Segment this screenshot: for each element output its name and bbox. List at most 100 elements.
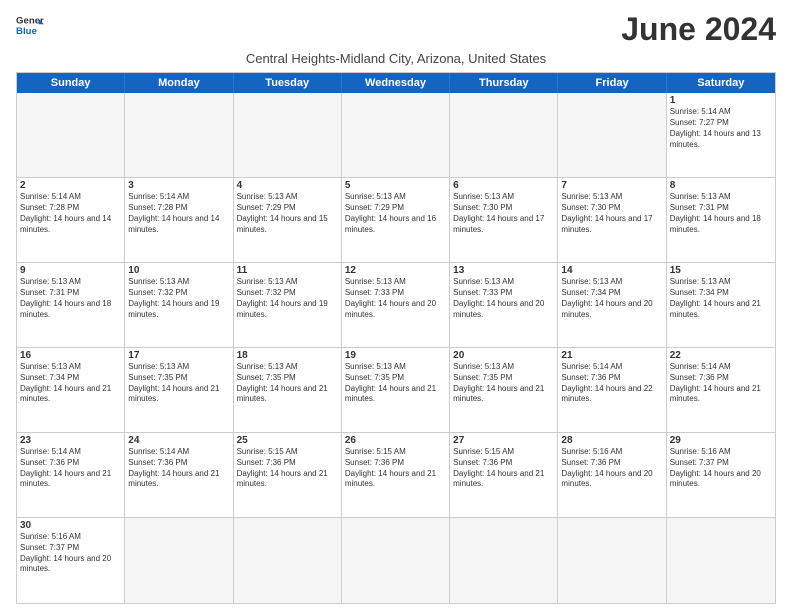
- calendar-cell: 22Sunrise: 5:14 AMSunset: 7:36 PMDayligh…: [667, 348, 775, 433]
- header-day-thursday: Thursday: [450, 73, 558, 93]
- day-number: 27: [453, 435, 554, 446]
- calendar-cell: 29Sunrise: 5:16 AMSunset: 7:37 PMDayligh…: [667, 433, 775, 518]
- day-number: 14: [561, 265, 662, 276]
- day-number: 20: [453, 350, 554, 361]
- calendar-cell: [125, 93, 233, 178]
- calendar-cell: 10Sunrise: 5:13 AMSunset: 7:32 PMDayligh…: [125, 263, 233, 348]
- day-number: 7: [561, 180, 662, 191]
- header-day-saturday: Saturday: [667, 73, 775, 93]
- calendar-cell: [342, 93, 450, 178]
- cell-info: Sunrise: 5:13 AMSunset: 7:35 PMDaylight:…: [345, 362, 446, 405]
- cell-info: Sunrise: 5:13 AMSunset: 7:30 PMDaylight:…: [561, 192, 662, 235]
- day-number: 11: [237, 265, 338, 276]
- calendar-cell: [558, 518, 666, 603]
- cell-info: Sunrise: 5:16 AMSunset: 7:36 PMDaylight:…: [561, 447, 662, 490]
- cell-info: Sunrise: 5:13 AMSunset: 7:35 PMDaylight:…: [128, 362, 229, 405]
- calendar-cell: 15Sunrise: 5:13 AMSunset: 7:34 PMDayligh…: [667, 263, 775, 348]
- calendar-cell: 20Sunrise: 5:13 AMSunset: 7:35 PMDayligh…: [450, 348, 558, 433]
- calendar-cell: [450, 93, 558, 178]
- calendar-cell: 24Sunrise: 5:14 AMSunset: 7:36 PMDayligh…: [125, 433, 233, 518]
- calendar-cell: [234, 93, 342, 178]
- calendar-cell: 14Sunrise: 5:13 AMSunset: 7:34 PMDayligh…: [558, 263, 666, 348]
- calendar: SundayMondayTuesdayWednesdayThursdayFrid…: [16, 72, 776, 604]
- calendar-cell: 18Sunrise: 5:13 AMSunset: 7:35 PMDayligh…: [234, 348, 342, 433]
- cell-info: Sunrise: 5:14 AMSunset: 7:36 PMDaylight:…: [20, 447, 121, 490]
- cell-info: Sunrise: 5:16 AMSunset: 7:37 PMDaylight:…: [670, 447, 772, 490]
- day-number: 25: [237, 435, 338, 446]
- day-number: 8: [670, 180, 772, 191]
- subtitle: Central Heights-Midland City, Arizona, U…: [16, 51, 776, 66]
- calendar-cell: [667, 518, 775, 603]
- cell-info: Sunrise: 5:13 AMSunset: 7:29 PMDaylight:…: [345, 192, 446, 235]
- cell-info: Sunrise: 5:14 AMSunset: 7:27 PMDaylight:…: [670, 107, 772, 150]
- calendar-cell: [17, 93, 125, 178]
- cell-info: Sunrise: 5:14 AMSunset: 7:36 PMDaylight:…: [561, 362, 662, 405]
- cell-info: Sunrise: 5:15 AMSunset: 7:36 PMDaylight:…: [345, 447, 446, 490]
- day-number: 30: [20, 520, 121, 531]
- day-number: 5: [345, 180, 446, 191]
- calendar-body: 1Sunrise: 5:14 AMSunset: 7:27 PMDaylight…: [17, 93, 775, 603]
- day-number: 15: [670, 265, 772, 276]
- calendar-cell: [342, 518, 450, 603]
- day-number: 17: [128, 350, 229, 361]
- calendar-cell: 21Sunrise: 5:14 AMSunset: 7:36 PMDayligh…: [558, 348, 666, 433]
- calendar-cell: 25Sunrise: 5:15 AMSunset: 7:36 PMDayligh…: [234, 433, 342, 518]
- calendar-cell: 16Sunrise: 5:13 AMSunset: 7:34 PMDayligh…: [17, 348, 125, 433]
- calendar-cell: 19Sunrise: 5:13 AMSunset: 7:35 PMDayligh…: [342, 348, 450, 433]
- logo: General Blue: [16, 12, 44, 40]
- calendar-cell: 30Sunrise: 5:16 AMSunset: 7:37 PMDayligh…: [17, 518, 125, 603]
- day-number: 23: [20, 435, 121, 446]
- cell-info: Sunrise: 5:13 AMSunset: 7:34 PMDaylight:…: [20, 362, 121, 405]
- calendar-cell: 6Sunrise: 5:13 AMSunset: 7:30 PMDaylight…: [450, 178, 558, 263]
- title-area: June 2024: [621, 12, 776, 47]
- day-number: 24: [128, 435, 229, 446]
- calendar-cell: 23Sunrise: 5:14 AMSunset: 7:36 PMDayligh…: [17, 433, 125, 518]
- calendar-cell: 28Sunrise: 5:16 AMSunset: 7:36 PMDayligh…: [558, 433, 666, 518]
- calendar-cell: [234, 518, 342, 603]
- month-title: June 2024: [621, 12, 776, 47]
- page: General Blue June 2024 Central Heights-M…: [0, 0, 792, 612]
- day-number: 6: [453, 180, 554, 191]
- calendar-cell: 4Sunrise: 5:13 AMSunset: 7:29 PMDaylight…: [234, 178, 342, 263]
- header-day-monday: Monday: [125, 73, 233, 93]
- calendar-cell: 17Sunrise: 5:13 AMSunset: 7:35 PMDayligh…: [125, 348, 233, 433]
- cell-info: Sunrise: 5:13 AMSunset: 7:34 PMDaylight:…: [561, 277, 662, 320]
- calendar-cell: 1Sunrise: 5:14 AMSunset: 7:27 PMDaylight…: [667, 93, 775, 178]
- cell-info: Sunrise: 5:15 AMSunset: 7:36 PMDaylight:…: [453, 447, 554, 490]
- calendar-cell: 5Sunrise: 5:13 AMSunset: 7:29 PMDaylight…: [342, 178, 450, 263]
- day-number: 19: [345, 350, 446, 361]
- header: General Blue June 2024: [16, 12, 776, 47]
- header-day-sunday: Sunday: [17, 73, 125, 93]
- calendar-cell: 26Sunrise: 5:15 AMSunset: 7:36 PMDayligh…: [342, 433, 450, 518]
- calendar-cell: [450, 518, 558, 603]
- day-number: 26: [345, 435, 446, 446]
- day-number: 1: [670, 95, 772, 106]
- calendar-cell: 13Sunrise: 5:13 AMSunset: 7:33 PMDayligh…: [450, 263, 558, 348]
- day-number: 10: [128, 265, 229, 276]
- day-number: 9: [20, 265, 121, 276]
- calendar-cell: 27Sunrise: 5:15 AMSunset: 7:36 PMDayligh…: [450, 433, 558, 518]
- calendar-cell: 9Sunrise: 5:13 AMSunset: 7:31 PMDaylight…: [17, 263, 125, 348]
- calendar-cell: 2Sunrise: 5:14 AMSunset: 7:28 PMDaylight…: [17, 178, 125, 263]
- cell-info: Sunrise: 5:14 AMSunset: 7:28 PMDaylight:…: [128, 192, 229, 235]
- header-day-wednesday: Wednesday: [342, 73, 450, 93]
- svg-text:Blue: Blue: [16, 26, 37, 37]
- calendar-cell: [558, 93, 666, 178]
- day-number: 3: [128, 180, 229, 191]
- cell-info: Sunrise: 5:13 AMSunset: 7:30 PMDaylight:…: [453, 192, 554, 235]
- cell-info: Sunrise: 5:14 AMSunset: 7:36 PMDaylight:…: [128, 447, 229, 490]
- day-number: 18: [237, 350, 338, 361]
- day-number: 29: [670, 435, 772, 446]
- cell-info: Sunrise: 5:15 AMSunset: 7:36 PMDaylight:…: [237, 447, 338, 490]
- generalblue-logo-icon: General Blue: [16, 12, 44, 40]
- calendar-cell: 11Sunrise: 5:13 AMSunset: 7:32 PMDayligh…: [234, 263, 342, 348]
- day-number: 12: [345, 265, 446, 276]
- cell-info: Sunrise: 5:13 AMSunset: 7:34 PMDaylight:…: [670, 277, 772, 320]
- day-number: 2: [20, 180, 121, 191]
- cell-info: Sunrise: 5:16 AMSunset: 7:37 PMDaylight:…: [20, 532, 121, 575]
- day-number: 28: [561, 435, 662, 446]
- day-number: 16: [20, 350, 121, 361]
- cell-info: Sunrise: 5:13 AMSunset: 7:32 PMDaylight:…: [237, 277, 338, 320]
- cell-info: Sunrise: 5:14 AMSunset: 7:36 PMDaylight:…: [670, 362, 772, 405]
- cell-info: Sunrise: 5:13 AMSunset: 7:33 PMDaylight:…: [453, 277, 554, 320]
